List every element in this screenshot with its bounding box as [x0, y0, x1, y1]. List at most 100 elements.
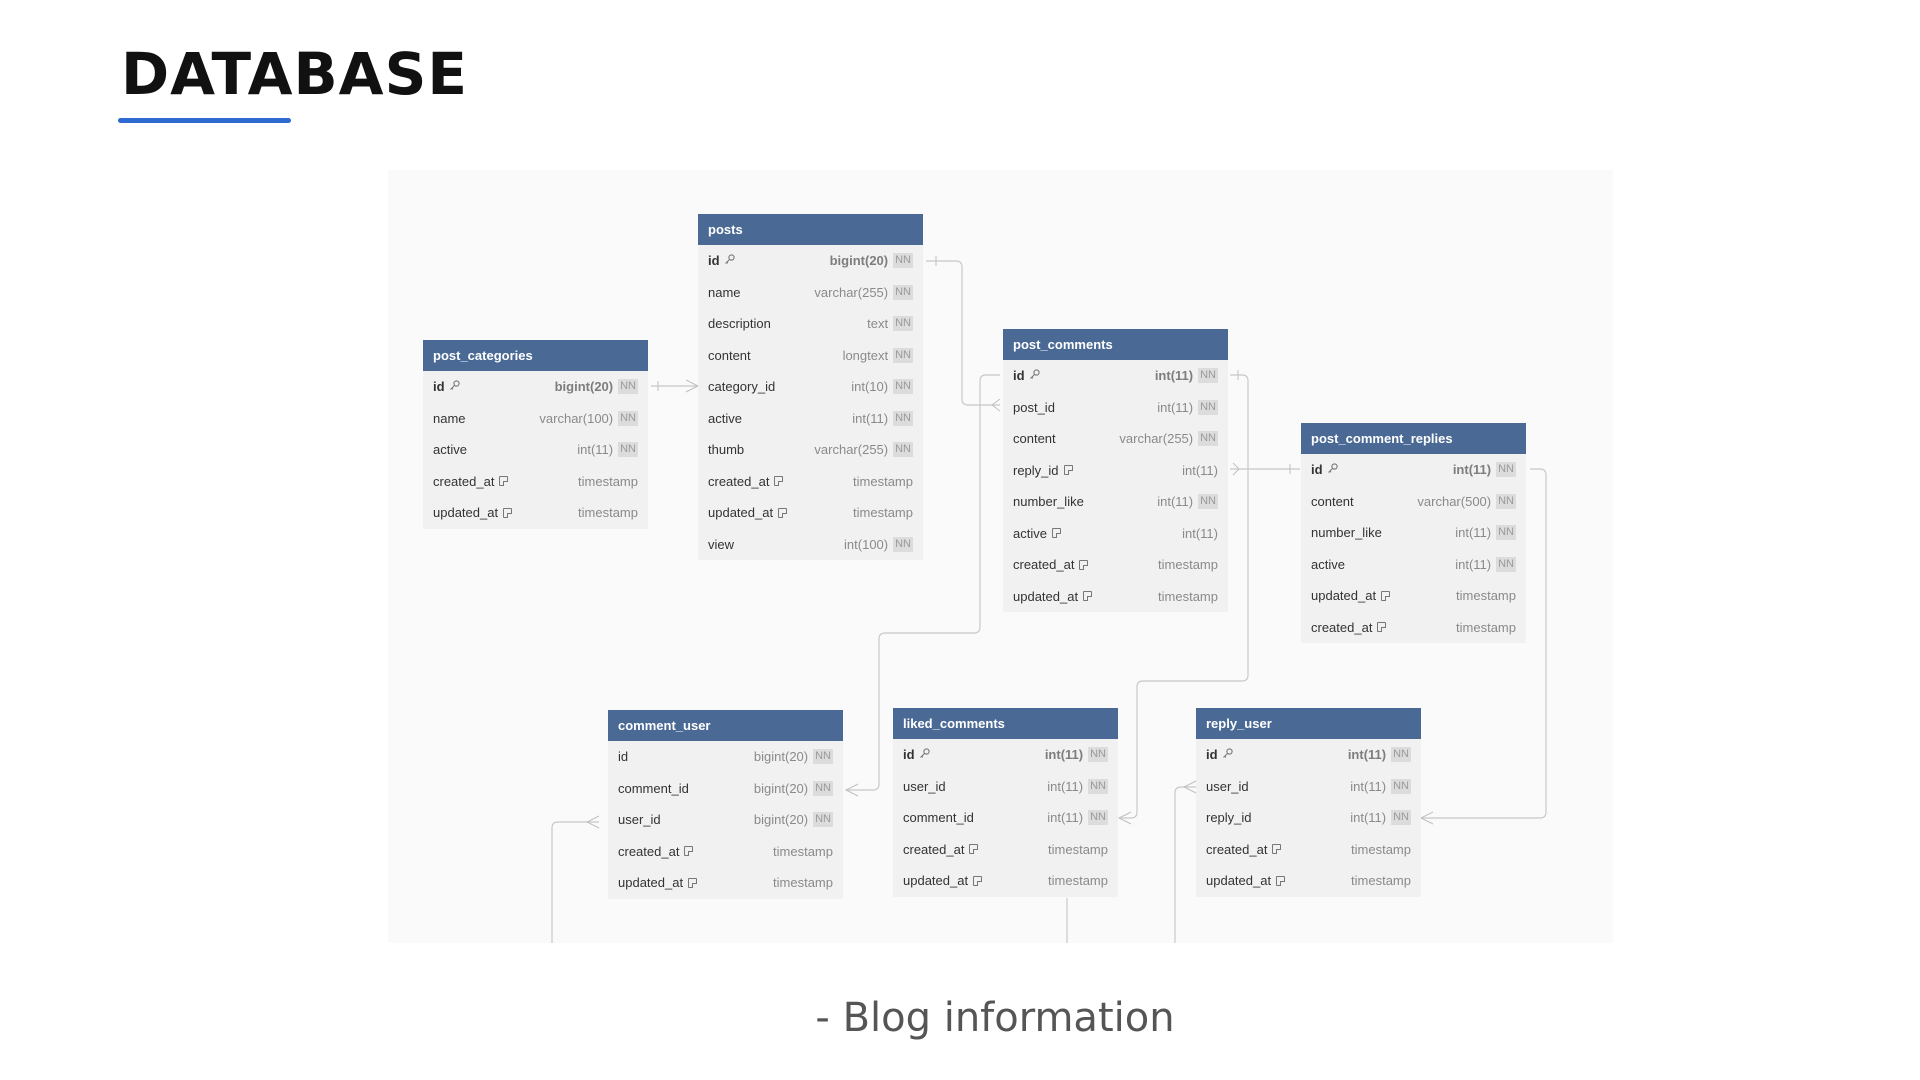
- note-icon[interactable]: [1272, 844, 1282, 855]
- field-row[interactable]: created_at timestamp: [423, 466, 648, 498]
- table-post-categories[interactable]: post_categories id bigint(20) NN name varchar…: [423, 340, 648, 529]
- field-type: timestamp: [773, 843, 833, 859]
- note-icon[interactable]: [774, 476, 784, 487]
- field-name-wrap: active: [433, 442, 577, 457]
- field-name-wrap: id: [708, 253, 830, 268]
- field-row[interactable]: name varchar(100) NN: [423, 403, 648, 435]
- note-icon[interactable]: [1051, 528, 1061, 539]
- table-liked-comments[interactable]: liked_comments id int(11) NN user_id int(11) N…: [893, 708, 1118, 897]
- field-row[interactable]: created_at timestamp: [698, 466, 923, 498]
- field-row[interactable]: updated_at timestamp: [893, 865, 1118, 897]
- field-row[interactable]: content varchar(255) NN: [1003, 423, 1228, 455]
- nn-badge: NN: [1198, 494, 1218, 510]
- field-type: int(11): [1455, 556, 1492, 572]
- table-reply-user[interactable]: reply_user id int(11) NN user_id int(11) NN rep…: [1196, 708, 1421, 897]
- field-name-wrap: id: [1013, 368, 1155, 383]
- field-name-wrap: post_id: [1013, 400, 1157, 415]
- field-row[interactable]: updated_at timestamp: [1003, 581, 1228, 613]
- field-row[interactable]: created_at timestamp: [1003, 549, 1228, 581]
- field-row[interactable]: id bigint(20) NN: [423, 371, 648, 403]
- note-icon[interactable]: [969, 844, 979, 855]
- note-icon[interactable]: [503, 507, 513, 518]
- field-row[interactable]: id int(11) NN: [1301, 454, 1526, 486]
- field-type: int(11): [1157, 494, 1194, 510]
- nn-badge: NN: [618, 379, 638, 395]
- note-icon[interactable]: [1079, 559, 1089, 570]
- field-row[interactable]: number_like int(11) NN: [1301, 517, 1526, 549]
- field-row[interactable]: id int(11) NN: [1003, 360, 1228, 392]
- field-row[interactable]: content varchar(500) NN: [1301, 486, 1526, 518]
- field-name: updated_at: [618, 875, 684, 891]
- field-row[interactable]: id bigint(20) NN: [698, 245, 923, 277]
- field-type: int(10): [851, 379, 889, 395]
- note-icon[interactable]: [1276, 875, 1286, 886]
- field-row[interactable]: number_like int(11) NN: [1003, 486, 1228, 518]
- table-header[interactable]: comment_user: [608, 710, 843, 741]
- field-row[interactable]: category_id int(10) NN: [698, 371, 923, 403]
- nn-badge: NN: [813, 780, 833, 796]
- field-row[interactable]: user_id int(11) NN: [893, 771, 1118, 803]
- field-row[interactable]: updated_at timestamp: [698, 497, 923, 529]
- field-row[interactable]: active int(11) NN: [423, 434, 648, 466]
- field-row[interactable]: updated_at timestamp: [608, 867, 843, 899]
- field-row[interactable]: user_id bigint(20) NN: [608, 804, 843, 836]
- field-row[interactable]: comment_id bigint(20) NN: [608, 773, 843, 805]
- field-row[interactable]: created_at timestamp: [1196, 834, 1421, 866]
- table-posts[interactable]: posts id bigint(20) NN name varchar(255) NN des…: [698, 214, 923, 560]
- table-header[interactable]: posts: [698, 214, 923, 245]
- note-icon[interactable]: [684, 846, 694, 857]
- field-row[interactable]: active int(11): [1003, 518, 1228, 550]
- field-row[interactable]: created_at timestamp: [893, 834, 1118, 866]
- field-name: id: [1013, 368, 1025, 384]
- table-comment-user[interactable]: comment_user id bigint(20) NN comment_id bigi…: [608, 710, 843, 899]
- table-post-comments[interactable]: post_comments id int(11) NN post_id int(11) NN…: [1003, 329, 1228, 612]
- field-row[interactable]: view int(100) NN: [698, 529, 923, 561]
- field-type: timestamp: [1351, 873, 1411, 889]
- field-row[interactable]: user_id int(11) NN: [1196, 771, 1421, 803]
- note-icon[interactable]: [1377, 622, 1387, 633]
- field-row[interactable]: thumb varchar(255) NN: [698, 434, 923, 466]
- field-name: active: [1311, 556, 1345, 572]
- table-header[interactable]: post_comments: [1003, 329, 1228, 360]
- field-row[interactable]: post_id int(11) NN: [1003, 392, 1228, 424]
- field-row[interactable]: updated_at timestamp: [423, 497, 648, 529]
- note-icon[interactable]: [973, 875, 983, 886]
- diagram-canvas[interactable]: posts id bigint(20) NN name varchar(255) NN des…: [388, 170, 1613, 943]
- field-row[interactable]: active int(11) NN: [698, 403, 923, 435]
- note-icon[interactable]: [688, 877, 698, 888]
- field-row[interactable]: active int(11) NN: [1301, 549, 1526, 581]
- field-type: text: [867, 316, 889, 332]
- note-icon[interactable]: [1063, 465, 1073, 476]
- field-row[interactable]: name varchar(255) NN: [698, 277, 923, 309]
- field-type: timestamp: [853, 473, 913, 489]
- table-header[interactable]: post_categories: [423, 340, 648, 371]
- field-row[interactable]: id bigint(20) NN: [608, 741, 843, 773]
- field-row[interactable]: updated_at timestamp: [1301, 580, 1526, 612]
- table-header[interactable]: reply_user: [1196, 708, 1421, 739]
- note-icon[interactable]: [1083, 591, 1093, 602]
- field-row[interactable]: id int(11) NN: [1196, 739, 1421, 771]
- field-name-wrap: id: [903, 747, 1045, 762]
- field-type: timestamp: [1456, 619, 1516, 635]
- field-name-wrap: active: [1013, 526, 1182, 541]
- field-row[interactable]: reply_id int(11): [1003, 455, 1228, 487]
- note-icon[interactable]: [499, 476, 509, 487]
- note-icon[interactable]: [778, 507, 788, 518]
- field-row[interactable]: reply_id int(11) NN: [1196, 802, 1421, 834]
- note-icon[interactable]: [1381, 590, 1391, 601]
- field-row[interactable]: description text NN: [698, 308, 923, 340]
- field-name-wrap: comment_id: [618, 781, 754, 796]
- field-row[interactable]: content longtext NN: [698, 340, 923, 372]
- table-header[interactable]: post_comment_replies: [1301, 423, 1526, 454]
- field-row[interactable]: updated_at timestamp: [1196, 865, 1421, 897]
- field-name-wrap: active: [708, 411, 852, 426]
- field-row[interactable]: created_at timestamp: [608, 836, 843, 868]
- field-row[interactable]: comment_id int(11) NN: [893, 802, 1118, 834]
- field-type: int(11): [1047, 778, 1084, 794]
- table-post-comment-replies[interactable]: post_comment_replies id int(11) NN content va…: [1301, 423, 1526, 643]
- table-header[interactable]: liked_comments: [893, 708, 1118, 739]
- field-row[interactable]: id int(11) NN: [893, 739, 1118, 771]
- field-row[interactable]: created_at timestamp: [1301, 612, 1526, 644]
- field-type: bigint(20): [753, 749, 809, 765]
- field-type: varchar(255): [1119, 431, 1194, 447]
